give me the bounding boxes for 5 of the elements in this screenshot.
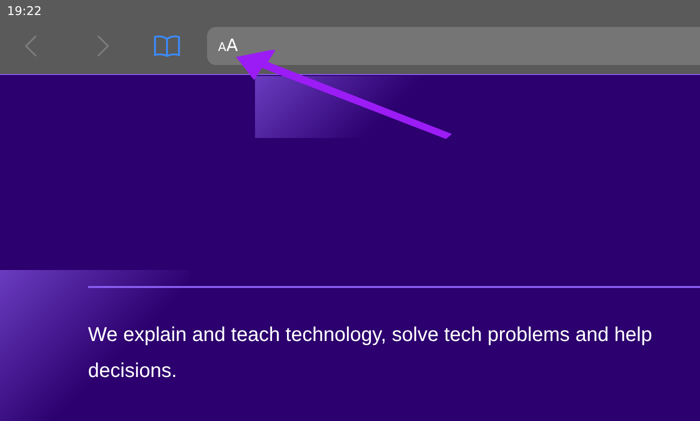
book-icon[interactable] (154, 35, 180, 57)
description-text: decisions. (88, 359, 178, 384)
status-time: 19:22 (6, 3, 42, 20)
description-text: We explain and teach technology, solve tech problems and help (88, 323, 654, 348)
address-bar[interactable]: AA (207, 27, 700, 65)
